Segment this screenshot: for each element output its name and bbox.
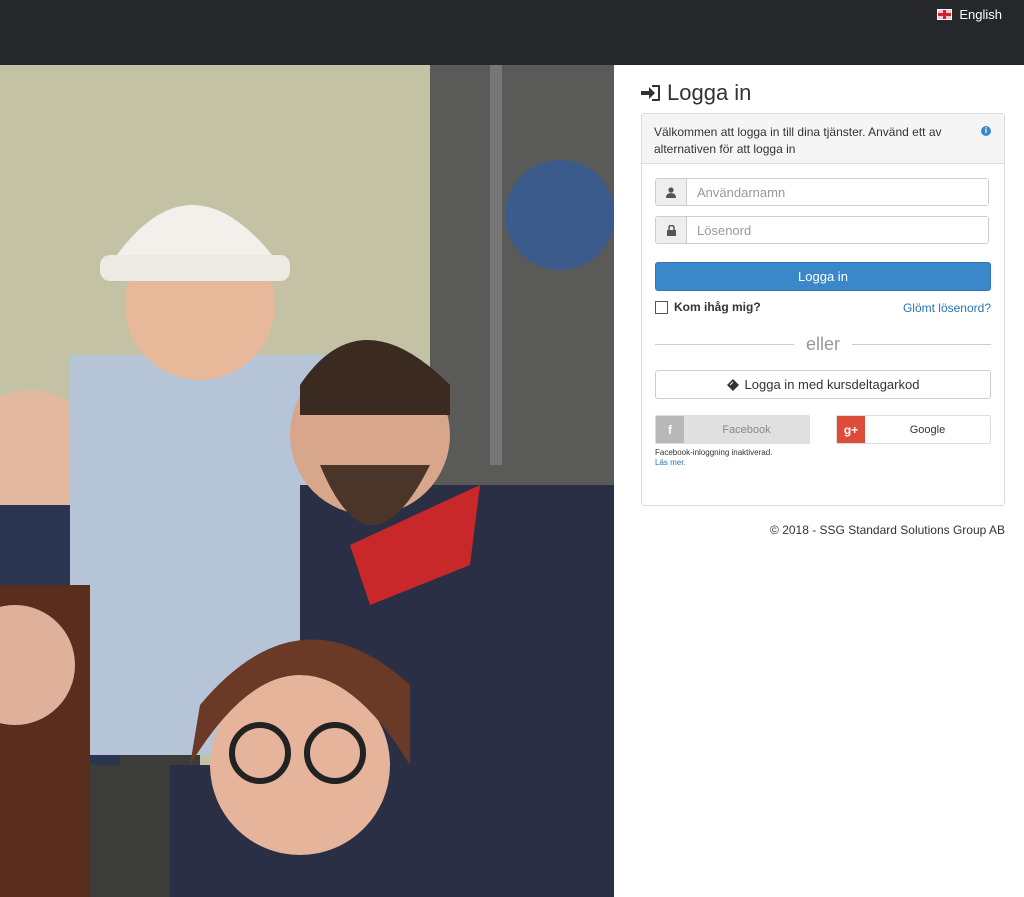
top-bar: English	[0, 0, 1024, 65]
info-icon[interactable]: i	[981, 126, 991, 136]
copyright: © 2018 - SSG Standard Solutions Group AB	[770, 523, 1005, 537]
language-selector[interactable]: English	[937, 7, 1002, 22]
facebook-icon: f	[656, 416, 684, 443]
login-card: Välkommen att logga in till dina tjänste…	[641, 113, 1005, 506]
hero-photo	[0, 65, 614, 897]
remember-me-label: Kom ihåg mig?	[674, 300, 761, 314]
or-divider: eller	[655, 333, 992, 354]
password-field	[655, 216, 989, 244]
forgot-password-link[interactable]: Glömt lösenord?	[903, 301, 991, 315]
divider-line-left	[655, 343, 794, 345]
remember-me-checkbox[interactable]	[655, 300, 668, 314]
username-field	[655, 178, 989, 206]
login-button[interactable]: Logga in	[655, 262, 991, 291]
course-code-label: Logga in med kursdeltagarkod	[744, 377, 920, 392]
lock-icon	[656, 217, 687, 243]
uk-flag-icon	[937, 9, 953, 20]
password-input[interactable]	[687, 217, 988, 243]
remember-me[interactable]: Kom ihåg mig?	[655, 300, 761, 314]
group-photo-icon	[0, 65, 614, 897]
facebook-label: Facebook	[722, 423, 771, 436]
intro-text: Välkommen att logga in till dina tjänste…	[654, 125, 942, 156]
sign-in-icon	[641, 85, 660, 101]
google-login-button[interactable]: g+ Google	[836, 415, 991, 444]
read-more-link[interactable]: Läs mer.	[655, 458, 686, 467]
course-code-login-button[interactable]: Logga in med kursdeltagarkod	[655, 370, 991, 399]
login-title: Logga in	[641, 80, 751, 106]
google-label: Google	[909, 423, 946, 436]
login-title-text: Logga in	[667, 80, 752, 105]
facebook-login-button[interactable]: f Facebook	[655, 415, 810, 444]
or-label: eller	[806, 333, 841, 354]
login-panel: Logga in Välkommen att logga in till din…	[614, 65, 1024, 897]
divider-line-right	[852, 343, 992, 345]
user-icon	[656, 179, 687, 205]
facebook-disabled-note: Facebook-inloggning inaktiverad.	[655, 448, 773, 457]
login-card-header: Välkommen att logga in till dina tjänste…	[642, 114, 1004, 164]
language-label: English	[959, 7, 1002, 22]
ticket-icon	[726, 378, 739, 391]
google-plus-icon: g+	[837, 416, 865, 443]
username-input[interactable]	[687, 179, 988, 205]
